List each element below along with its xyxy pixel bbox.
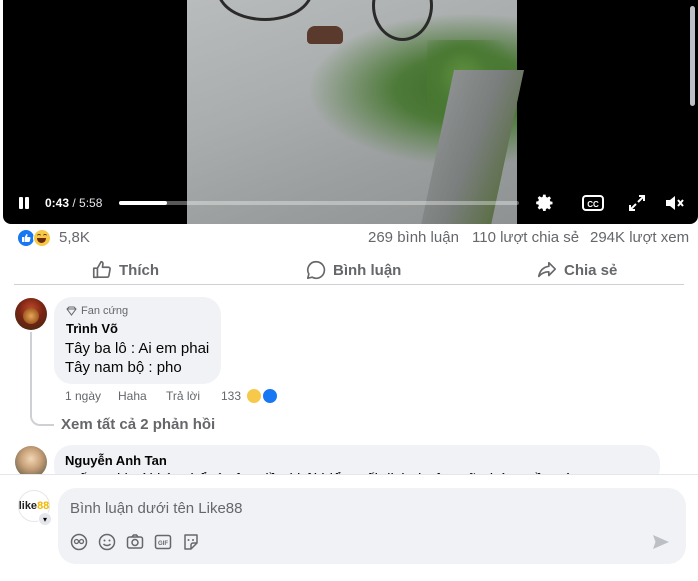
reply-button[interactable]: Trả lời	[166, 389, 200, 403]
comment-composer: GIF	[58, 488, 686, 564]
pause-icon[interactable]	[17, 195, 31, 211]
video-bicycle-wheel-right	[372, 0, 433, 41]
comment-count[interactable]: 269 bình luận	[368, 229, 459, 246]
diamond-icon	[66, 306, 77, 316]
like-icon	[262, 388, 278, 404]
share-count[interactable]: 110 lượt chia sẻ	[472, 229, 579, 246]
duration: 5:58	[79, 196, 103, 210]
comment-label: Bình luận	[333, 261, 402, 279]
comment-bubble-icon	[306, 260, 326, 280]
avatar[interactable]	[15, 298, 47, 330]
progress-fill	[119, 201, 167, 205]
emoji-icon[interactable]	[97, 532, 117, 552]
reaction-count[interactable]: 5,8K	[59, 229, 90, 246]
current-time: 0:43	[45, 196, 70, 210]
video-bicycle-wheel-left	[217, 0, 313, 21]
progress-bar[interactable]	[119, 201, 519, 205]
comment-author[interactable]: Nguyễn Anh Tan	[65, 453, 167, 468]
closed-captions-icon[interactable]: CC	[582, 192, 604, 214]
comment-time[interactable]: 1 ngày	[65, 389, 101, 403]
thumbs-up-icon	[92, 260, 111, 279]
gif-label: GIF	[158, 541, 168, 547]
mute-icon[interactable]	[664, 192, 686, 214]
comment-reaction-count[interactable]: 133	[221, 389, 241, 403]
comment-bubble: Fan cứng Trình Võ Tây ba lô : Ai em phai…	[54, 297, 221, 384]
comment-line-2: Tây nam bộ : pho	[65, 359, 182, 376]
video-sandal	[307, 26, 343, 44]
avatar-text-like: like	[18, 500, 38, 512]
chevron-down-icon[interactable]: ▾	[38, 512, 52, 526]
camera-icon[interactable]	[125, 532, 145, 552]
video-controls: 0:43 / 5:58 CC	[3, 190, 698, 216]
share-button[interactable]: Chia sẻ	[536, 258, 617, 282]
cc-label: CC	[587, 200, 599, 209]
fan-badge-label: Fan cứng	[81, 305, 129, 317]
haha-icon	[33, 229, 51, 247]
fan-badge[interactable]: Fan cứng	[66, 305, 128, 317]
share-arrow-icon	[537, 261, 557, 278]
fullscreen-icon[interactable]	[626, 192, 648, 214]
settings-gear-icon[interactable]	[534, 192, 556, 214]
like-label: Thích	[119, 261, 159, 279]
reply-thread-line	[30, 332, 54, 426]
like-button[interactable]: Thích	[91, 258, 159, 282]
video-time: 0:43 / 5:58	[45, 196, 102, 210]
avatar-text-88: 88	[37, 500, 50, 512]
view-count: 294K lượt xem	[590, 229, 690, 246]
haha-reaction-button[interactable]: Haha	[118, 389, 147, 403]
time-separator: /	[69, 196, 80, 210]
comment-button[interactable]: Bình luận	[305, 258, 401, 282]
post-actions: Thích Bình luận Chia sẻ	[14, 254, 684, 285]
avatar-sticker-icon[interactable]	[69, 532, 89, 552]
video-player[interactable]: 0:43 / 5:58 CC	[3, 0, 698, 224]
post-stats: 5,8K 269 bình luận 110 lượt chia sẻ 294K…	[0, 226, 698, 250]
comment-input[interactable]	[68, 496, 632, 520]
comment-author[interactable]: Trình Võ	[66, 321, 118, 336]
send-icon[interactable]	[651, 532, 673, 554]
share-label: Chia sẻ	[564, 261, 618, 279]
sticker-icon[interactable]	[181, 532, 201, 552]
see-all-replies[interactable]: Xem tất cả 2 phản hồi	[61, 416, 215, 433]
reaction-icons[interactable]	[17, 229, 53, 247]
gif-icon[interactable]: GIF	[153, 532, 173, 552]
page-scrollbar[interactable]	[690, 6, 695, 106]
comment-line-1: Tây ba lô : Ai em phai	[65, 340, 210, 357]
haha-icon	[246, 388, 262, 404]
